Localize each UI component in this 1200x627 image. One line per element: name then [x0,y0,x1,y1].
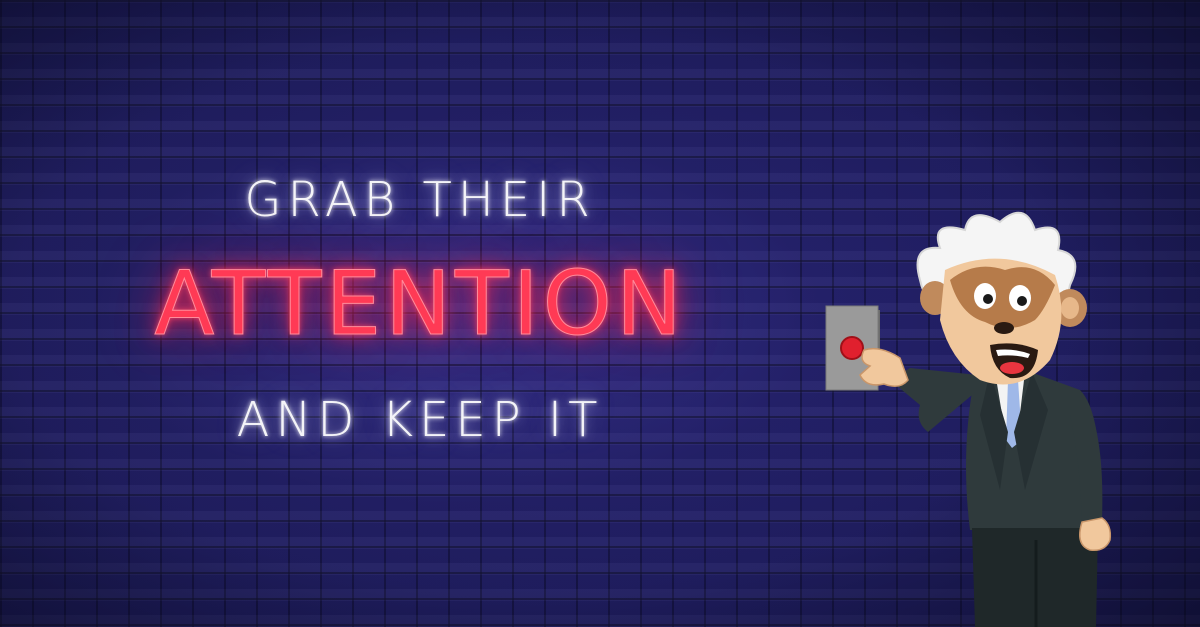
banner: GRAB THEIR ATTENTION AND KEEP IT [0,0,1200,627]
monkey-scientist-illustration [825,211,1112,627]
monkey-head [916,211,1087,385]
headline-line-3: AND KEEP IT [236,392,604,448]
red-button [840,336,864,360]
headline-attention: ATTENTION [154,252,686,356]
headline-line-1: GRAB THEIR [244,172,596,228]
